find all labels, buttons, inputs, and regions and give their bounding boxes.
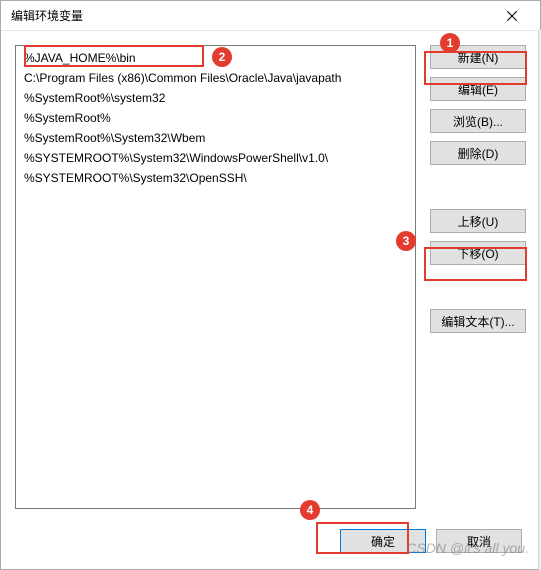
move-down-button[interactable]: 下移(O) — [430, 241, 526, 265]
delete-button[interactable]: 删除(D) — [430, 141, 526, 165]
close-icon — [507, 11, 517, 21]
dialog-footer: 确定 取消 — [1, 519, 540, 569]
list-item[interactable]: %JAVA_HOME%\bin — [16, 48, 415, 68]
spacer — [430, 273, 526, 301]
cancel-button[interactable]: 取消 — [436, 529, 522, 553]
path-listbox[interactable]: %JAVA_HOME%\binC:\Program Files (x86)\Co… — [15, 45, 416, 509]
spacer — [430, 173, 526, 201]
edit-text-button[interactable]: 编辑文本(T)... — [430, 309, 526, 333]
list-item[interactable]: %SYSTEMROOT%\System32\WindowsPowerShell\… — [16, 148, 415, 168]
list-item[interactable]: %SystemRoot%\System32\Wbem — [16, 128, 415, 148]
list-item[interactable]: C:\Program Files (x86)\Common Files\Orac… — [16, 68, 415, 88]
edit-button[interactable]: 编辑(E) — [430, 77, 526, 101]
dialog-body: %JAVA_HOME%\binC:\Program Files (x86)\Co… — [1, 31, 540, 519]
move-up-button[interactable]: 上移(U) — [430, 209, 526, 233]
dialog-title: 编辑环境变量 — [11, 7, 83, 24]
browse-button[interactable]: 浏览(B)... — [430, 109, 526, 133]
edit-env-var-dialog: 编辑环境变量 %JAVA_HOME%\binC:\Program Files (… — [0, 0, 541, 570]
list-item[interactable]: %SYSTEMROOT%\System32\OpenSSH\ — [16, 168, 415, 188]
side-button-column: 新建(N) 编辑(E) 浏览(B)... 删除(D) 上移(U) 下移(O) 编… — [430, 45, 526, 509]
list-item[interactable]: %SystemRoot%\system32 — [16, 88, 415, 108]
ok-button[interactable]: 确定 — [340, 529, 426, 553]
list-item[interactable]: %SystemRoot% — [16, 108, 415, 128]
close-button[interactable] — [492, 3, 532, 29]
titlebar: 编辑环境变量 — [1, 1, 540, 31]
new-button[interactable]: 新建(N) — [430, 45, 526, 69]
